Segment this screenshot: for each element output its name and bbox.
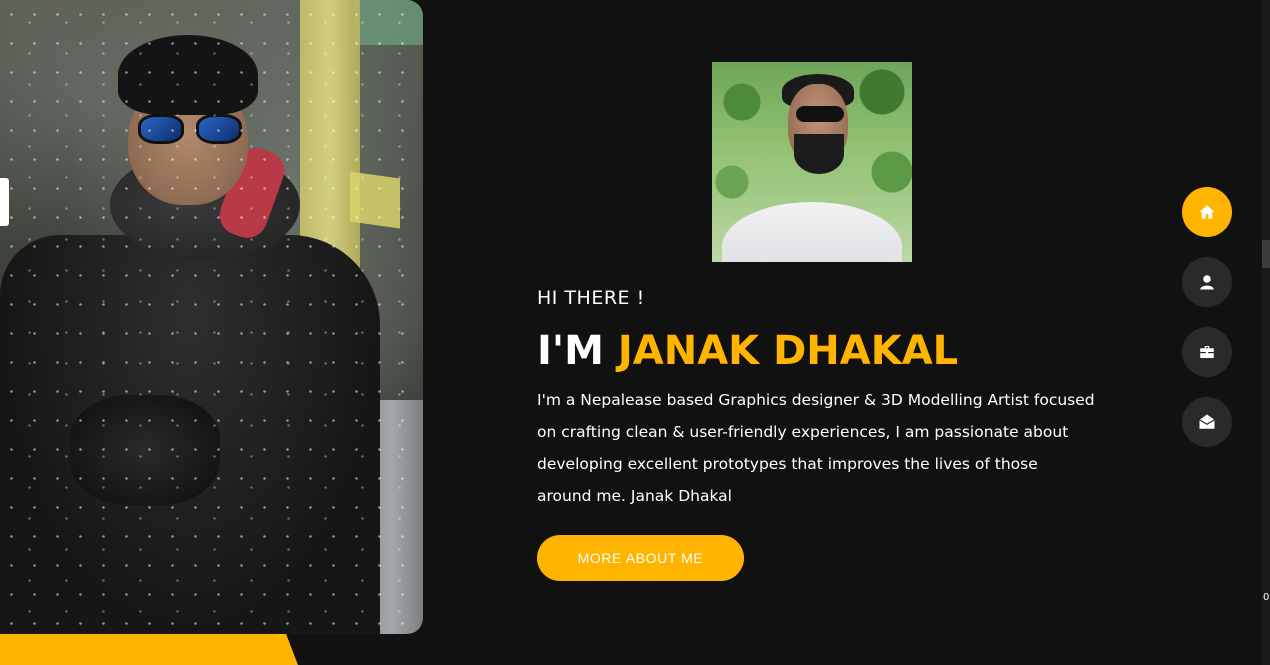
- hero-bio: I'm a Nepalease based Graphics designer …: [537, 391, 1095, 505]
- scrollbar-track[interactable]: [1262, 0, 1270, 665]
- hero-photo: [0, 0, 423, 634]
- portfolio-page: HI THERE ! I'M JANAK DHAKAL I'm a Nepale…: [0, 0, 1270, 665]
- avatar-sunglasses: [796, 106, 844, 122]
- hero-greeting: HI THERE !: [537, 287, 645, 309]
- nav-contact-button[interactable]: [1182, 397, 1232, 447]
- nav-portfolio-button[interactable]: [1182, 327, 1232, 377]
- side-navigation: [1182, 187, 1232, 467]
- briefcase-icon: [1200, 346, 1214, 358]
- headline-name: JANAK DHAKAL: [617, 328, 959, 374]
- left-edge-tab[interactable]: [0, 178, 9, 226]
- accent-strip: [0, 634, 298, 665]
- envelope-open-icon: [1199, 414, 1215, 429]
- edge-label: 0: [1263, 592, 1270, 603]
- nav-about-button[interactable]: [1182, 257, 1232, 307]
- home-icon: [1199, 205, 1215, 219]
- headline-prefix: I'M: [537, 328, 604, 374]
- more-about-me-button[interactable]: MORE ABOUT ME: [537, 535, 744, 581]
- nav-home-button[interactable]: [1182, 187, 1232, 237]
- profile-avatar: [712, 62, 912, 262]
- scrollbar-thumb[interactable]: [1262, 240, 1270, 268]
- avatar-beard: [794, 134, 844, 174]
- photo-snowfall: [0, 0, 423, 634]
- hero-headline: I'M JANAK DHAKAL: [537, 326, 958, 376]
- user-icon: [1200, 275, 1214, 290]
